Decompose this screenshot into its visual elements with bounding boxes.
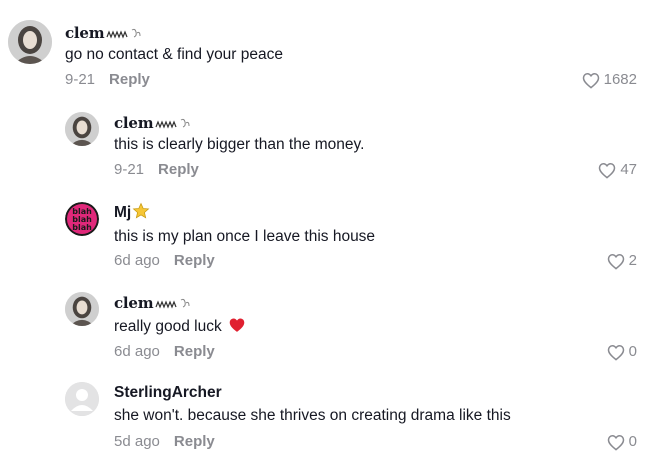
like-button[interactable]: 47 xyxy=(598,161,637,179)
comment-text: go no contact & find your peace xyxy=(65,46,284,63)
portrait-avatar-icon xyxy=(65,112,99,146)
portrait-avatar-icon xyxy=(8,20,52,64)
comment-meta: 6d ago Reply xyxy=(114,343,215,361)
default-avatar-icon xyxy=(65,382,99,416)
reply-item: clem really good luck 6d ago Reply 0 xyxy=(0,280,653,368)
comment-text: this is my plan once I leave this house xyxy=(114,228,376,245)
username[interactable]: clem xyxy=(65,24,142,42)
heart-outline-icon xyxy=(582,72,599,89)
svg-text:blah: blah xyxy=(72,223,92,232)
signature-decoration-icon xyxy=(155,118,190,129)
signature-decoration-icon xyxy=(155,298,190,309)
reply-item: clem this is clearly bigger than the mon… xyxy=(0,100,653,188)
comment-date: 9-21 xyxy=(114,161,145,178)
blah-pattern-avatar-icon: blah blah blah xyxy=(65,202,99,236)
comment-date: 5d ago xyxy=(114,433,160,450)
heart-outline-icon xyxy=(607,253,624,270)
like-count: 47 xyxy=(620,161,637,178)
like-count: 0 xyxy=(628,343,637,360)
heart-outline-icon xyxy=(599,162,616,179)
comment-date: 6d ago xyxy=(114,343,160,360)
comment-meta: 5d ago Reply xyxy=(114,433,215,451)
star-emoji-icon xyxy=(132,202,150,219)
reply-button[interactable]: Reply xyxy=(174,433,215,450)
portrait-avatar-icon xyxy=(65,292,99,326)
username[interactable]: SterlingArcher xyxy=(114,384,222,402)
comment-meta: 9-21 Reply xyxy=(114,161,199,179)
heart-outline-icon xyxy=(607,344,624,361)
like-button[interactable]: 1682 xyxy=(582,71,637,89)
reply-button[interactable]: Reply xyxy=(109,71,150,88)
comment-date: 9-21 xyxy=(65,71,96,88)
username[interactable]: clem xyxy=(114,114,191,132)
reply-button[interactable]: Reply xyxy=(174,252,215,269)
comment-text: this is clearly bigger than the money. xyxy=(114,136,365,153)
like-button[interactable]: 2 xyxy=(607,252,637,270)
signature-decoration-icon xyxy=(106,28,141,39)
username[interactable]: Mj xyxy=(114,202,150,222)
avatar[interactable] xyxy=(65,292,99,326)
like-count: 1682 xyxy=(603,71,637,88)
red-heart-emoji-icon xyxy=(229,318,245,332)
reply-item: blah blah blah Mj this is my plan once I… xyxy=(0,190,653,278)
comment-item: clem go no contact & find your peace 9-2… xyxy=(0,0,653,95)
reply-button[interactable]: Reply xyxy=(158,161,199,178)
username[interactable]: clem xyxy=(114,294,191,312)
avatar[interactable] xyxy=(65,112,99,146)
comment-text: she won't. because she thrives on creati… xyxy=(114,407,511,424)
avatar[interactable] xyxy=(8,20,52,64)
comment-meta: 6d ago Reply xyxy=(114,252,215,270)
avatar[interactable] xyxy=(65,382,99,416)
like-count: 0 xyxy=(628,433,637,450)
like-button[interactable]: 0 xyxy=(607,343,637,361)
comment-date: 6d ago xyxy=(114,252,160,269)
like-count: 2 xyxy=(628,252,637,269)
comment-text: really good luck xyxy=(114,317,246,337)
reply-button[interactable]: Reply xyxy=(174,343,215,360)
comment-meta: 9-21 Reply xyxy=(65,71,150,89)
heart-outline-icon xyxy=(607,434,624,451)
avatar[interactable]: blah blah blah xyxy=(65,202,99,236)
like-button[interactable]: 0 xyxy=(607,433,637,451)
reply-item: SterlingArcher she won't. because she th… xyxy=(0,370,653,465)
